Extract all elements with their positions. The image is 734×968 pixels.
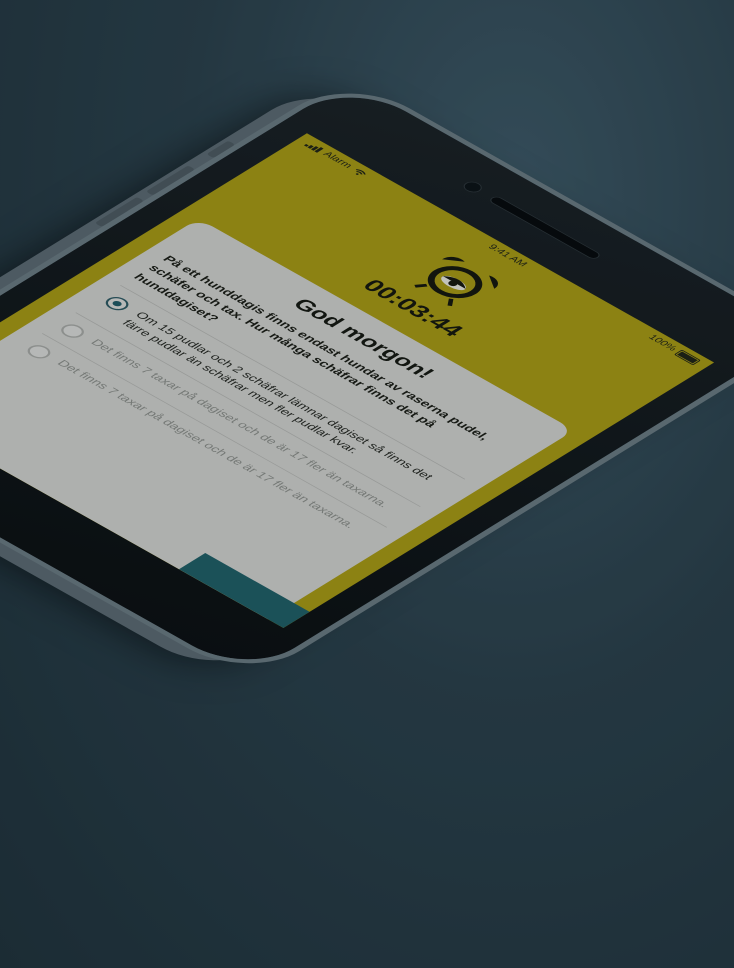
mute-switch bbox=[206, 140, 236, 159]
status-right: 100% bbox=[645, 333, 702, 366]
volume-up-button bbox=[145, 165, 196, 196]
battery-percent: 100% bbox=[645, 333, 680, 353]
status-left: Alarm bbox=[303, 140, 369, 178]
wifi-icon bbox=[356, 168, 366, 175]
signal-icon bbox=[304, 141, 324, 153]
carrier-label: Alarm bbox=[320, 150, 355, 170]
radio-button-selected[interactable] bbox=[101, 294, 134, 314]
status-time: 9:41 AM bbox=[485, 243, 530, 269]
phone-screen: Alarm 9:41 AM 100% 00:03:44 God morgon! … bbox=[0, 133, 715, 629]
scene-background: Alarm 9:41 AM 100% 00:03:44 God morgon! … bbox=[0, 0, 734, 968]
battery-icon bbox=[674, 349, 702, 366]
phone-device: Alarm 9:41 AM 100% 00:03:44 God morgon! … bbox=[0, 74, 734, 683]
radio-button[interactable] bbox=[22, 342, 55, 362]
radio-button[interactable] bbox=[56, 321, 89, 341]
volume-down-button bbox=[94, 196, 145, 227]
front-camera bbox=[459, 179, 486, 195]
